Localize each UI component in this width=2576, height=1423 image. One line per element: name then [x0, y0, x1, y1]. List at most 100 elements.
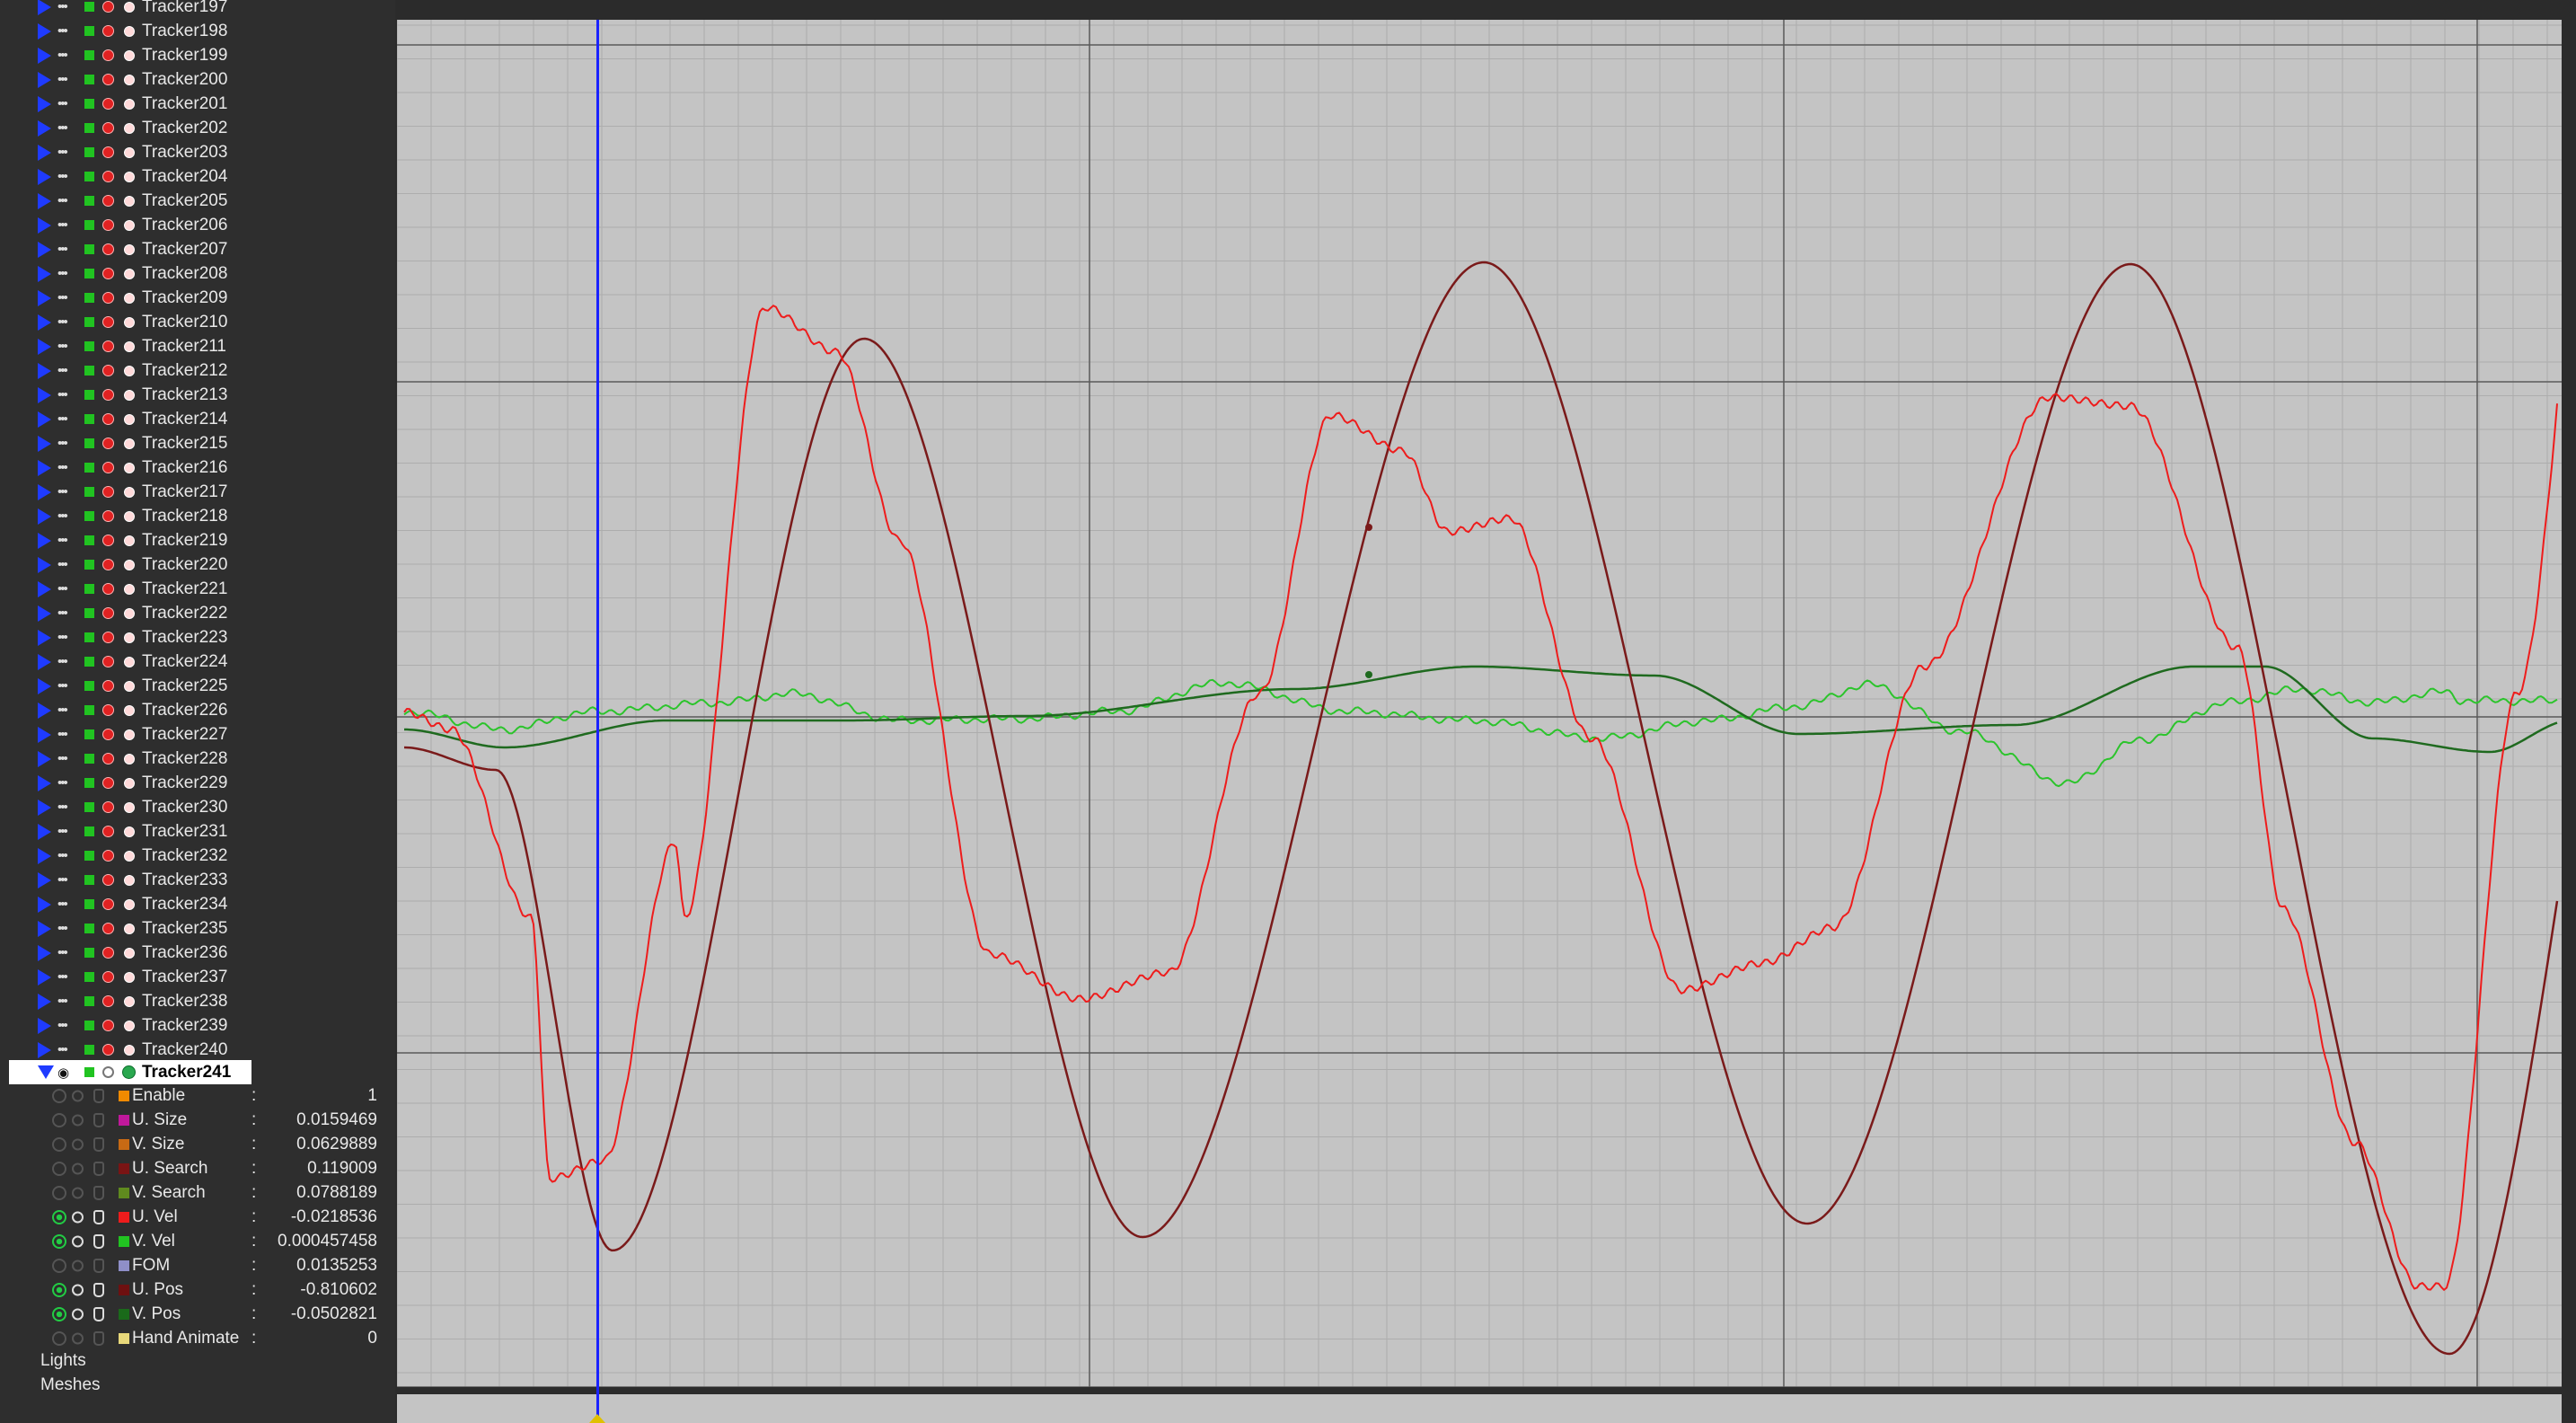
eye-icon[interactable]: •••	[57, 436, 68, 451]
zoom-icon[interactable]	[72, 1211, 84, 1223]
group-meshes[interactable]: Meshes	[40, 1375, 101, 1395]
tracker-row[interactable]: ••• Tracker199	[0, 43, 395, 67]
enable-square-icon[interactable]	[84, 681, 94, 691]
expand-triangle-icon[interactable]	[38, 241, 51, 258]
eye-icon[interactable]: •••	[57, 945, 68, 960]
expand-triangle-icon[interactable]	[38, 629, 51, 646]
tracker-color-icon[interactable]	[124, 25, 135, 37]
lock-icon[interactable]	[102, 535, 114, 546]
enable-square-icon[interactable]	[84, 657, 94, 667]
channel-row[interactable]: U. Vel: -0.0218536	[0, 1205, 395, 1229]
tracker-row[interactable]: ••• Tracker234	[0, 892, 395, 916]
tracker-row[interactable]: ••• Tracker226	[0, 698, 395, 722]
enable-square-icon[interactable]	[84, 220, 94, 230]
enable-square-icon[interactable]	[84, 172, 94, 181]
tracker-row[interactable]: ••• Tracker238	[0, 989, 395, 1013]
expand-triangle-icon[interactable]	[38, 362, 51, 379]
lock-icon[interactable]	[102, 1, 114, 13]
lock-icon[interactable]	[102, 680, 114, 692]
tracker-color-icon[interactable]	[124, 122, 135, 134]
tracker-color-icon[interactable]	[124, 704, 135, 716]
lock-icon[interactable]	[102, 971, 114, 983]
tracker-row[interactable]: ••• Tracker212	[0, 358, 395, 383]
expand-triangle-icon[interactable]	[38, 71, 51, 88]
eye-icon[interactable]: •••	[57, 23, 68, 39]
enable-square-icon[interactable]	[84, 26, 94, 36]
eye-icon[interactable]: •••	[57, 800, 68, 815]
lock-icon[interactable]	[102, 995, 114, 1007]
enable-square-icon[interactable]	[84, 948, 94, 958]
expand-triangle-icon[interactable]	[38, 774, 51, 791]
eye-icon[interactable]: •••	[57, 96, 68, 111]
animate-toggle-icon[interactable]	[52, 1209, 66, 1224]
tracker-color-icon[interactable]	[124, 146, 135, 158]
channel-row[interactable]: U. Pos: -0.810602	[0, 1277, 395, 1302]
lock-icon[interactable]	[102, 777, 114, 789]
expand-triangle-icon[interactable]	[38, 144, 51, 161]
enable-square-icon[interactable]	[84, 851, 94, 861]
tracker-row[interactable]: ••• Tracker197	[0, 0, 395, 19]
tracker-row[interactable]: ••• Tracker229	[0, 771, 395, 795]
tracker-color-icon[interactable]	[124, 535, 135, 546]
tracker-color-icon[interactable]	[124, 219, 135, 231]
tracker-row[interactable]: ••• Tracker235	[0, 916, 395, 941]
animate-toggle-icon[interactable]	[52, 1136, 66, 1152]
eye-icon[interactable]: •••	[57, 484, 68, 499]
enable-square-icon[interactable]	[84, 366, 94, 376]
enable-square-icon[interactable]	[84, 414, 94, 424]
eye-icon[interactable]: •••	[57, 363, 68, 378]
lock-icon[interactable]	[102, 268, 114, 279]
enable-square-icon[interactable]	[84, 584, 94, 594]
enable-square-icon[interactable]	[84, 924, 94, 933]
eye-icon[interactable]: •••	[57, 72, 68, 87]
lock-icon[interactable]	[102, 413, 114, 425]
tracker-color-icon[interactable]	[124, 947, 135, 959]
lock-icon[interactable]	[102, 1020, 114, 1031]
tracker-row[interactable]: ••• Tracker228	[0, 747, 395, 771]
eye-icon[interactable]: •••	[57, 848, 68, 863]
enable-square-icon[interactable]	[84, 317, 94, 327]
zoom-icon[interactable]	[72, 1284, 84, 1295]
animate-toggle-icon[interactable]	[52, 1161, 66, 1176]
enable-square-icon[interactable]	[84, 341, 94, 351]
eye-icon[interactable]: •••	[57, 969, 68, 985]
lock-icon[interactable]	[102, 98, 114, 110]
expand-triangle-icon[interactable]	[38, 459, 51, 476]
enable-square-icon[interactable]	[84, 1067, 94, 1077]
tracker-row-selected[interactable]: ◉ Tracker241	[9, 1060, 251, 1084]
enable-square-icon[interactable]	[84, 972, 94, 982]
expand-triangle-icon[interactable]	[38, 483, 51, 500]
tracker-color-icon[interactable]	[124, 1020, 135, 1031]
channel-row[interactable]: U. Search: 0.119009	[0, 1156, 395, 1180]
lock-icon[interactable]	[102, 656, 114, 667]
eye-icon[interactable]: •••	[57, 0, 68, 14]
enable-square-icon[interactable]	[84, 463, 94, 473]
expand-triangle-icon[interactable]	[38, 944, 51, 961]
tracker-color-icon[interactable]	[124, 559, 135, 570]
lock-icon[interactable]	[102, 486, 114, 498]
eye-icon[interactable]: •••	[57, 994, 68, 1009]
eye-icon[interactable]: •••	[57, 678, 68, 694]
lock-icon[interactable]	[102, 753, 114, 765]
eye-icon[interactable]: •••	[57, 314, 68, 330]
hand-icon[interactable]	[93, 1258, 104, 1273]
tracker-color-icon[interactable]	[124, 340, 135, 352]
lock-icon[interactable]	[102, 898, 114, 910]
tracker-row[interactable]: ••• Tracker208	[0, 261, 395, 286]
enable-square-icon[interactable]	[84, 196, 94, 206]
tracker-row[interactable]: ••• Tracker213	[0, 383, 395, 407]
expand-triangle-icon[interactable]	[38, 556, 51, 573]
eye-icon[interactable]: •••	[57, 169, 68, 184]
enable-square-icon[interactable]	[84, 754, 94, 764]
tracker-row[interactable]: ••• Tracker221	[0, 577, 395, 601]
eye-icon[interactable]: •••	[57, 921, 68, 936]
zoom-icon[interactable]	[72, 1259, 84, 1271]
expand-triangle-icon[interactable]	[38, 653, 51, 670]
tracker-row[interactable]: ••• Tracker200	[0, 67, 395, 92]
lock-icon[interactable]	[102, 74, 114, 85]
channel-value[interactable]: -0.810602	[300, 1280, 377, 1300]
tracker-color-icon[interactable]	[124, 656, 135, 667]
zoom-icon[interactable]	[72, 1114, 84, 1126]
eye-icon[interactable]: •••	[57, 605, 68, 621]
lock-icon[interactable]	[102, 850, 114, 862]
